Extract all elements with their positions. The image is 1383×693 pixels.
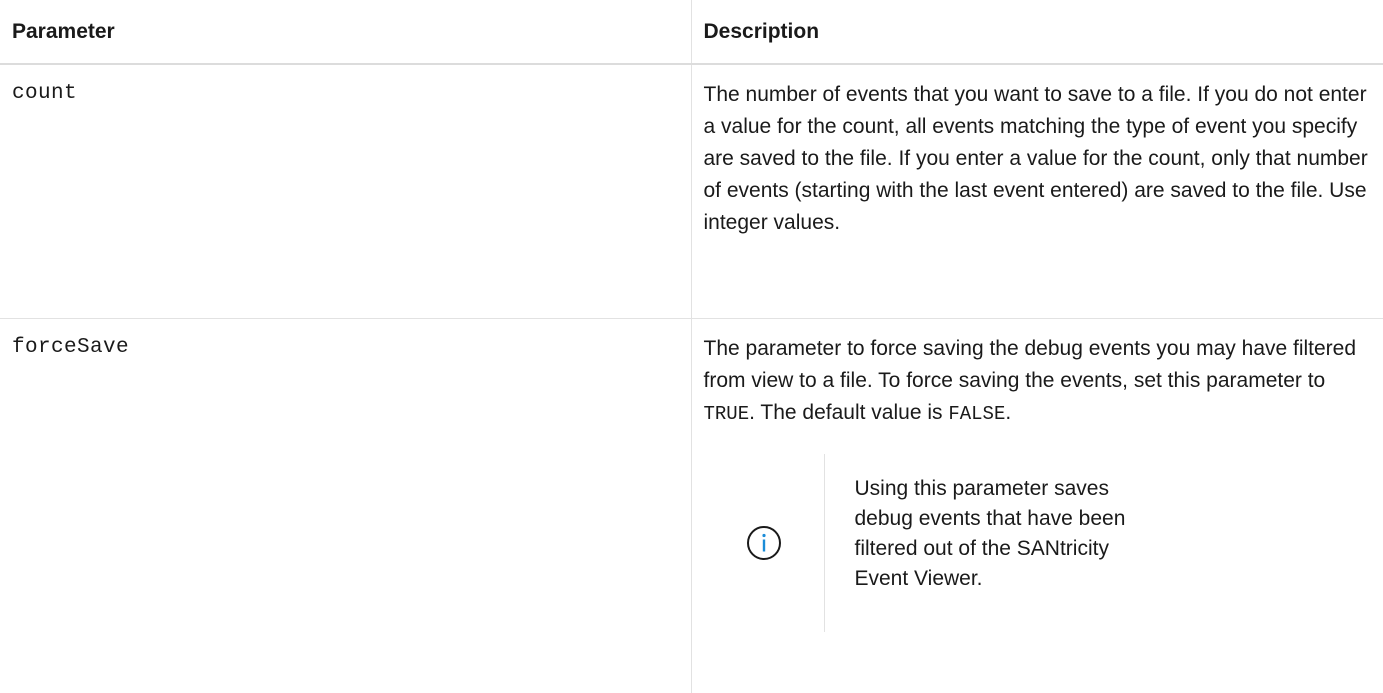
param-description: The number of events that you want to sa… (704, 79, 1369, 239)
desc-text: The parameter to force saving the debug … (704, 337, 1357, 392)
table-row: count The number of events that you want… (0, 64, 1383, 319)
header-parameter: Parameter (0, 0, 691, 64)
note-admonition: Using this parameter saves debug events … (704, 454, 1364, 632)
code-true: TRUE (704, 403, 750, 425)
param-cell: count (0, 64, 691, 319)
param-name: count (12, 82, 77, 105)
note-text: Using this parameter saves debug events … (825, 454, 1135, 632)
header-description: Description (691, 0, 1383, 64)
desc-text: . (1005, 401, 1011, 424)
description-cell: The number of events that you want to sa… (691, 64, 1383, 319)
table-row: forceSave The parameter to force saving … (0, 319, 1383, 693)
note-icon-column (704, 454, 825, 632)
param-description: The parameter to force saving the debug … (704, 333, 1369, 430)
param-name: forceSave (12, 336, 129, 359)
table-header-row: Parameter Description (0, 0, 1383, 64)
code-false: FALSE (948, 403, 1005, 425)
info-icon (746, 525, 782, 561)
param-cell: forceSave (0, 319, 691, 693)
parameter-table: Parameter Description count The number o… (0, 0, 1383, 693)
description-cell: The parameter to force saving the debug … (691, 319, 1383, 693)
desc-text: . The default value is (749, 401, 948, 424)
